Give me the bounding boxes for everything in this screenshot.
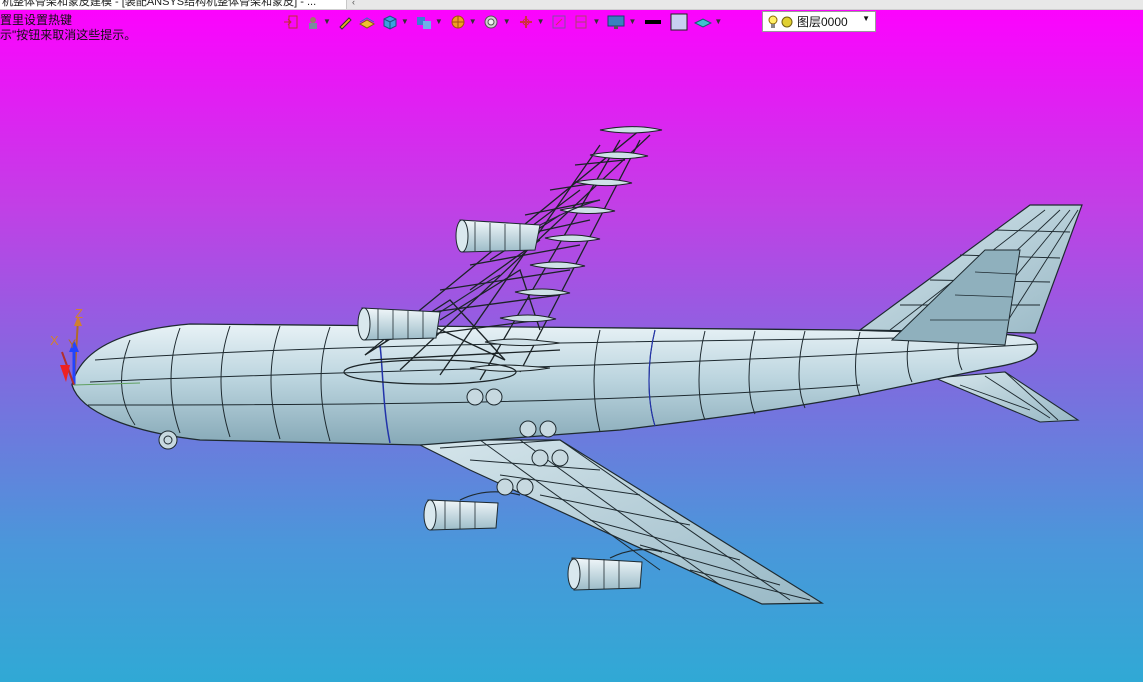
insert-icon [284, 15, 298, 29]
vertical-stabilizer[interactable] [858, 204, 1083, 346]
light-bulb-icon [768, 15, 778, 28]
chevron-down-icon[interactable]: ▼ [503, 12, 511, 32]
sketch-button[interactable] [336, 12, 354, 32]
chevron-down-icon[interactable]: ▼ [401, 12, 409, 32]
zoom-button[interactable]: ▼ [482, 12, 512, 32]
render-sphere-icon [451, 15, 465, 29]
assembly-button[interactable]: ▼ [414, 12, 444, 32]
layer-stack-icon [694, 18, 713, 28]
layer-value: 图层0000 [797, 15, 848, 29]
x-axis-label: X [50, 333, 59, 348]
graphics-window[interactable]: Z Y X 机整体骨架和蒙皮建模 - [装配ANSYS结构机整体骨架和蒙皮] -… [0, 0, 1143, 682]
part-navigator-icon [309, 17, 317, 29]
orient-button[interactable]: ▼ [516, 12, 546, 32]
view-toolbar: ▼ ▼ ▼ ▼ ▼ ▼ ▼ ▼ ▼ [282, 11, 723, 33]
aircraft-model-view[interactable]: Z Y X [0, 0, 1143, 682]
black-line-icon [645, 20, 662, 24]
z-axis-label: Z [75, 306, 83, 321]
section-button[interactable]: ▼ [572, 12, 602, 32]
chevron-down-icon[interactable]: ▼ [323, 12, 331, 32]
engine-lower-outboard[interactable] [567, 548, 663, 591]
zoom-icon [484, 15, 498, 29]
layer-folder-icon [358, 17, 375, 29]
y-axis-label: Y [68, 337, 76, 351]
tab-scroll-button[interactable]: ‹ [352, 0, 355, 7]
fit-button[interactable] [550, 12, 568, 32]
pencil-icon [339, 17, 352, 30]
display-button[interactable]: ▼ [605, 12, 637, 32]
layer-status-icon [781, 16, 793, 27]
layer-dropdown[interactable]: 图层0000 ▼ [762, 11, 876, 32]
section-icon [575, 15, 587, 29]
face-color-button[interactable] [669, 12, 689, 32]
document-tab[interactable]: 机整体骨架和蒙皮建模 - [装配ANSYS结构机整体骨架和蒙皮] - ... [0, 0, 347, 9]
chevron-down-icon[interactable]: ▼ [862, 14, 870, 23]
orient-icon [519, 16, 532, 28]
cube-icon [383, 15, 397, 30]
chevron-down-icon[interactable]: ▼ [537, 12, 545, 32]
hint-line-1: 置里设置热键 [0, 13, 73, 27]
part-navigator-button[interactable]: ▼ [304, 12, 332, 32]
cube-button[interactable]: ▼ [380, 12, 410, 32]
document-tab-bar: 机整体骨架和蒙皮建模 - [装配ANSYS结构机整体骨架和蒙皮] - ... ‹ [0, 0, 1143, 10]
fit-icon [552, 15, 566, 29]
render-button[interactable]: ▼ [448, 12, 478, 32]
engine-lower-inboard[interactable] [423, 491, 521, 531]
line-color-button[interactable] [641, 12, 665, 32]
assembly-icon [416, 17, 431, 29]
face-color-icon [670, 13, 688, 31]
layer-folder-button[interactable] [358, 12, 376, 32]
chevron-down-icon[interactable]: ▼ [435, 12, 443, 32]
chevron-down-icon[interactable]: ▼ [628, 12, 636, 32]
display-monitor-icon [607, 15, 625, 29]
chevron-down-icon[interactable]: ▼ [714, 12, 722, 32]
tailplane-lower[interactable] [934, 371, 1080, 423]
hint-line-2: 示"按钮来取消这些提示。 [0, 28, 137, 42]
hint-text: 置里设置热键 示"按钮来取消这些提示。 [0, 13, 136, 43]
chevron-down-icon[interactable]: ▼ [593, 12, 601, 32]
chevron-down-icon[interactable]: ▼ [469, 12, 477, 32]
layer-visible-button[interactable]: ▼ [693, 12, 723, 32]
insert-button[interactable] [282, 12, 300, 32]
